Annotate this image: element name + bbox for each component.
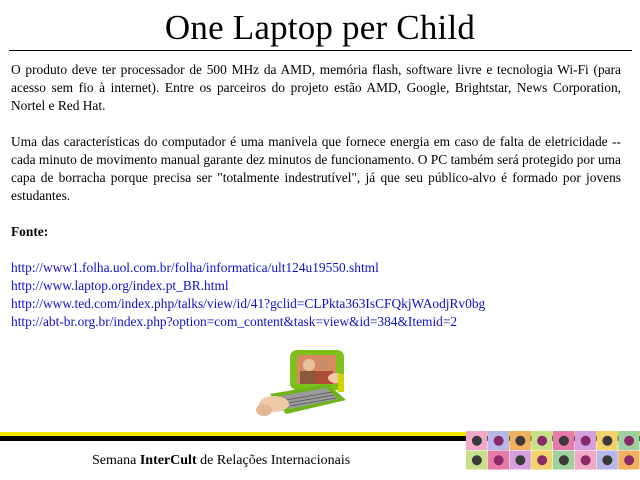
source-links: http://www1.folha.uol.com.br/folha/infor… (11, 259, 621, 331)
mosaic-figure (471, 435, 482, 446)
title-divider (9, 50, 632, 51)
paragraph-specs: O produto deve ter processador de 500 MH… (11, 62, 621, 113)
source-link-abt-br[interactable]: http://abt-br.org.br/index.php?option=co… (11, 313, 621, 331)
footer-brand: InterCult (139, 453, 197, 468)
footer-caption: Semana InterCult de Relações Internacion… (92, 452, 350, 470)
mosaic-figure (602, 455, 613, 466)
slide-content: O produto deve ter processador de 500 MH… (11, 61, 621, 331)
intercult-logo-mosaic (466, 431, 640, 470)
mosaic-figure (558, 435, 569, 446)
slide-title: One Laptop per Child (164, 8, 476, 47)
paragraph-crank: Uma das características do computador é … (11, 134, 621, 203)
mosaic-figure (580, 435, 591, 446)
mosaic-figure (515, 435, 526, 446)
mosaic-figure (493, 455, 504, 466)
mosaic-figure (493, 435, 504, 446)
footer-prefix: Semana (92, 453, 140, 468)
mosaic-figure (602, 435, 613, 446)
mosaic-figure (515, 455, 526, 466)
source-label: Fonte: (11, 224, 49, 239)
footer-suffix: de Relações Internacionais (196, 453, 351, 468)
source-link-laptop-org[interactable]: http://www.laptop.org/index.pt_BR.html (11, 277, 621, 295)
source-link-folha[interactable]: http://www1.folha.uol.com.br/folha/infor… (11, 259, 621, 277)
mosaic-figure (624, 455, 635, 466)
mosaic-figure (537, 455, 548, 466)
mosaic-figure (624, 435, 635, 446)
mosaic-figure (558, 455, 569, 466)
mosaic-figure (537, 435, 548, 446)
source-link-ted[interactable]: http://www.ted.com/index.php/talks/view/… (11, 295, 621, 313)
laptop-image (256, 348, 348, 420)
mosaic-figure (471, 455, 482, 466)
mosaic-figure (580, 455, 591, 466)
